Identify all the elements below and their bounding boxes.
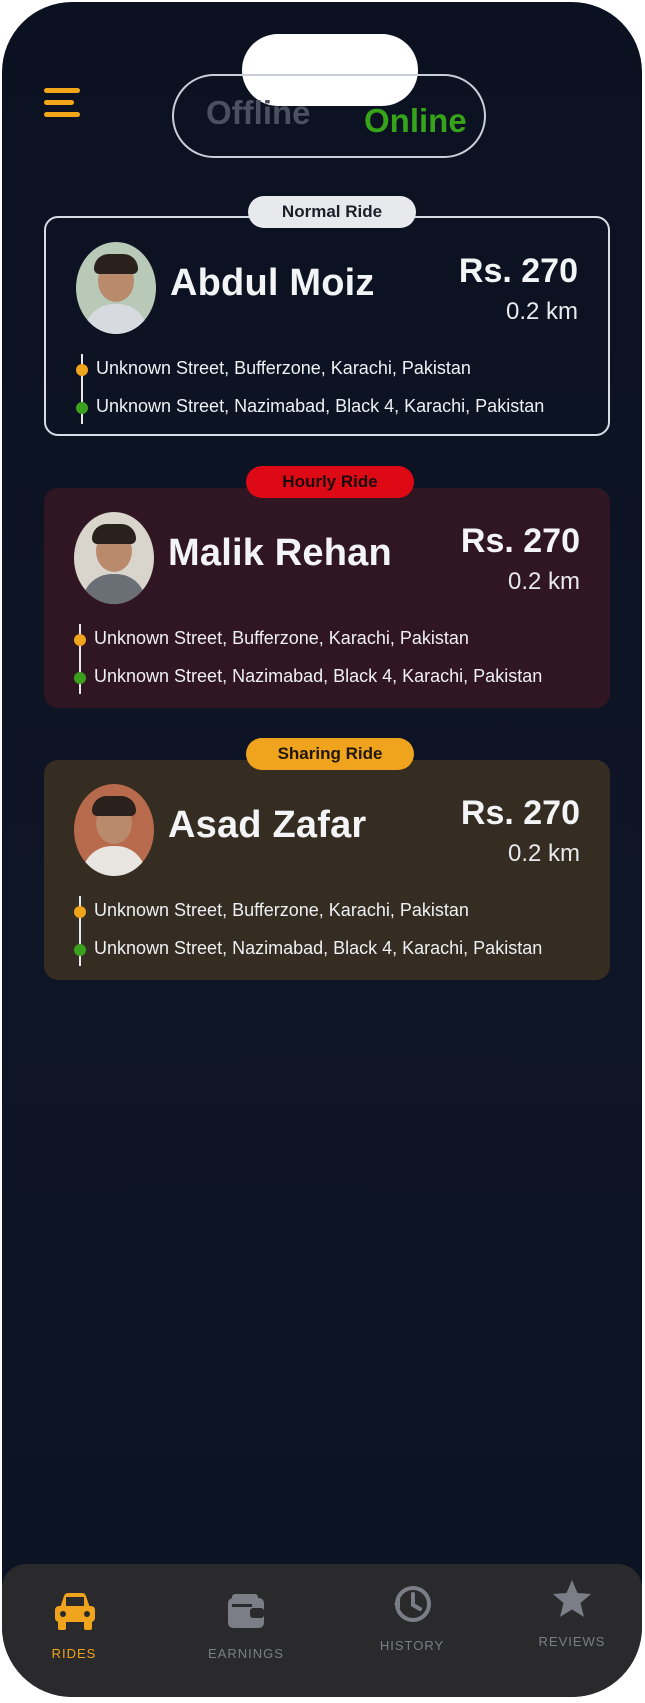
pickup-dot-icon xyxy=(76,364,88,376)
ride-distance: 0.2 km xyxy=(507,840,580,867)
online-option[interactable]: Online xyxy=(364,102,467,140)
tab-rides[interactable]: RIDES xyxy=(14,1582,134,1682)
car-icon xyxy=(55,1593,95,1630)
ride-type-badge: Normal Ride xyxy=(248,196,416,228)
dropoff-address: Unknown Street, Nazimabad, Black 4, Kara… xyxy=(94,938,543,958)
bottom-tab-bar: RIDES EARNINGS HISTORY REVIEWS xyxy=(2,1564,642,1697)
avatar xyxy=(74,512,154,604)
ride-type-badge: Sharing Ride xyxy=(246,738,414,770)
passenger-name: Malik Rehan xyxy=(168,532,392,574)
ride-card-sharing[interactable]: Sharing Ride Asad Zafar Rs. 270 0.2 km U… xyxy=(44,738,610,980)
avatar xyxy=(76,242,156,334)
ride-price: Rs. 270 xyxy=(460,522,580,560)
ride-price: Rs. 270 xyxy=(458,252,578,290)
dropoff-dot-icon xyxy=(74,944,86,956)
tab-label: REVIEWS xyxy=(538,1634,606,1649)
tab-reviews[interactable]: REVIEWS xyxy=(512,1570,632,1670)
offline-option[interactable]: Offline xyxy=(206,94,311,132)
passenger-name: Asad Zafar xyxy=(168,804,367,846)
pickup-address: Unknown Street, Bufferzone, Karachi, Pak… xyxy=(94,900,469,920)
star-icon xyxy=(553,1580,591,1617)
ride-type-badge: Hourly Ride xyxy=(246,466,414,498)
avatar xyxy=(74,784,154,876)
tab-earnings[interactable]: EARNINGS xyxy=(186,1582,306,1682)
passenger-name: Abdul Moiz xyxy=(170,262,375,304)
pickup-dot-icon xyxy=(74,634,86,646)
online-status-toggle[interactable]: Offline Online xyxy=(172,74,486,158)
ride-card-hourly[interactable]: Hourly Ride Malik Rehan Rs. 270 0.2 km U… xyxy=(44,466,610,708)
ride-distance: 0.2 km xyxy=(507,568,580,595)
ride-price: Rs. 270 xyxy=(460,794,580,832)
history-icon xyxy=(394,1586,431,1622)
ride-card-normal[interactable]: Normal Ride Abdul Moiz Rs. 270 0.2 km Un… xyxy=(44,196,610,436)
ride-distance: 0.2 km xyxy=(505,298,578,325)
pickup-dot-icon xyxy=(74,906,86,918)
tab-label: EARNINGS xyxy=(208,1646,284,1661)
tab-label: HISTORY xyxy=(379,1638,445,1653)
pickup-address: Unknown Street, Bufferzone, Karachi, Pak… xyxy=(94,628,469,648)
dropoff-address: Unknown Street, Nazimabad, Black 4, Kara… xyxy=(94,666,543,686)
dropoff-address: Unknown Street, Nazimabad, Black 4, Kara… xyxy=(96,396,545,416)
tab-label: RIDES xyxy=(51,1646,97,1661)
dropoff-dot-icon xyxy=(76,402,88,414)
dropoff-dot-icon xyxy=(74,672,86,684)
phone-screen: Offline Online Normal Ride Abdul Moiz Rs… xyxy=(2,2,642,1697)
wallet-icon xyxy=(228,1594,264,1628)
menu-icon[interactable] xyxy=(44,88,82,122)
tab-history[interactable]: HISTORY xyxy=(352,1574,472,1674)
pickup-address: Unknown Street, Bufferzone, Karachi, Pak… xyxy=(96,358,471,378)
